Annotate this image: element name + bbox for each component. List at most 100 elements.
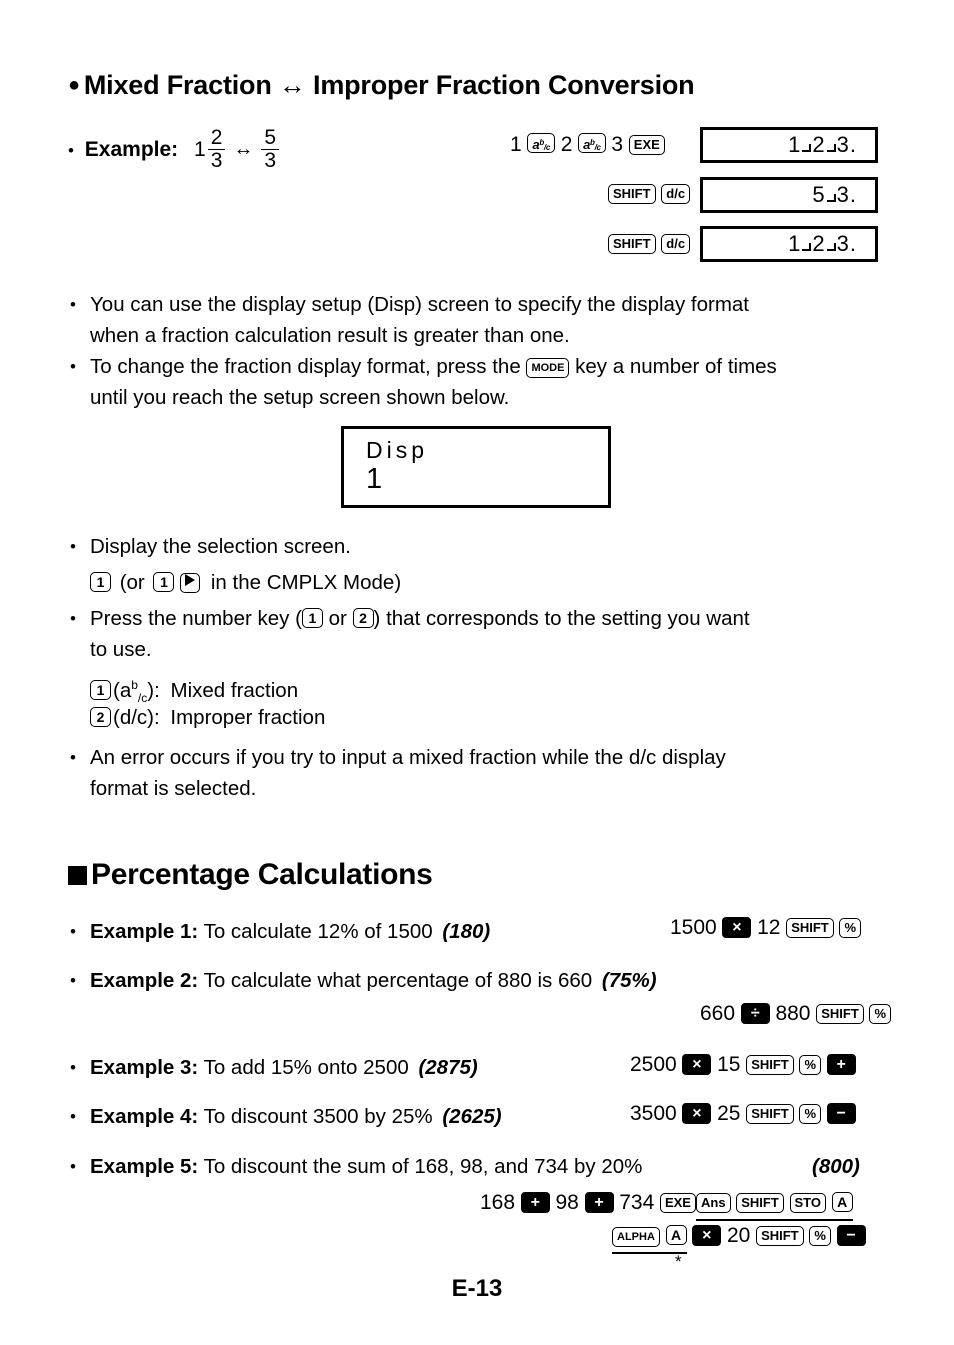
key-minus[interactable]: −	[836, 1225, 866, 1246]
note-bullet-icon: •	[70, 609, 76, 628]
example-5-key-sequence-line1: 168 + 98 + 734 EXE Ans SHIFT STO A	[480, 1190, 853, 1221]
example-1-answer: (180)	[442, 920, 491, 943]
section-heading-text: Mixed Fraction ↔ Improper Fraction Conve…	[83, 70, 695, 100]
key-plus[interactable]: +	[826, 1054, 856, 1075]
key-shift[interactable]: SHIFT	[608, 234, 656, 254]
manual-page: ● Mixed Fraction ↔ Improper Fraction Conv…	[0, 0, 954, 1345]
key-shift[interactable]: SHIFT	[608, 184, 656, 204]
note-line: You can use the display setup (Disp) scr…	[90, 293, 750, 316]
key-shift[interactable]: SHIFT	[786, 918, 834, 938]
key-minus[interactable]: −	[826, 1103, 856, 1124]
key-shift[interactable]: SHIFT	[736, 1193, 784, 1213]
key-number-2[interactable]: 2	[90, 707, 111, 727]
store-key-group: Ans SHIFT STO A	[695, 1190, 853, 1221]
key-shift[interactable]: SHIFT	[746, 1055, 794, 1075]
key-ans[interactable]: Ans	[695, 1193, 731, 1213]
conversion-arrow-icon: ↔	[233, 137, 254, 160]
format-option-label: Mixed fraction	[170, 678, 299, 702]
key-variable-a[interactable]: A	[665, 1225, 687, 1245]
note-line-with-key: To change the fraction display format, p…	[90, 351, 777, 382]
key-a-b-c[interactable]: ab/c	[578, 133, 606, 153]
operand: 660	[700, 1002, 736, 1025]
key-divide[interactable]: ÷	[740, 1003, 770, 1024]
key-percent[interactable]: %	[809, 1226, 831, 1246]
key-right-arrow[interactable]	[180, 573, 201, 593]
key-percent[interactable]: %	[799, 1055, 822, 1075]
error-note-line2: format is selected.	[90, 777, 257, 800]
key-multiply[interactable]: ×	[682, 1103, 712, 1124]
key-multiply[interactable]: ×	[682, 1054, 712, 1075]
example-1-text: Example 1: To calculate 12% of 1500 (180…	[90, 916, 490, 947]
fraction-separator-icon	[801, 139, 812, 153]
operand: 880	[775, 1002, 811, 1025]
key-shift[interactable]: SHIFT	[816, 1004, 864, 1024]
operand: 98	[555, 1191, 579, 1214]
key-number-1[interactable]: 1	[153, 572, 175, 592]
example-3-key-sequence: 2500 × 15 SHIFT % +	[630, 1052, 856, 1078]
page-footer: E-13	[451, 1275, 503, 1302]
setup-screen-display: Disp 1	[341, 426, 611, 508]
calculator-display-3: 1 2 3.	[700, 226, 878, 262]
fraction-separator-icon	[826, 139, 837, 153]
selection-key-line: 1 (or 1 in the CMPLX Mode)	[90, 570, 401, 596]
example-label: Example:	[84, 137, 179, 161]
operand: 12	[757, 916, 781, 939]
key-percent[interactable]: %	[869, 1004, 892, 1024]
example-2-text: Example 2: To calculate what percentage …	[90, 965, 657, 996]
example-bullet-icon: •	[70, 971, 76, 990]
error-note-line: An error occurs if you try to input a mi…	[90, 746, 726, 769]
key-multiply[interactable]: ×	[722, 917, 752, 938]
key-alpha[interactable]: ALPHA	[612, 1227, 660, 1247]
key-sto[interactable]: STO	[789, 1193, 827, 1213]
right-arrow-icon	[185, 574, 196, 586]
press-note-middle: or	[322, 607, 353, 630]
fraction-numerator: 2	[210, 126, 223, 149]
example-4-text: Example 4: To discount 3500 by 25% (2625…	[90, 1101, 502, 1132]
example-1-label: Example 1:	[90, 920, 199, 943]
operand: 15	[717, 1053, 741, 1076]
key-exe[interactable]: EXE	[659, 1193, 696, 1213]
example-5-key-sequence-line2: ALPHA A × 20 SHIFT % −	[612, 1223, 866, 1254]
key-plus[interactable]: +	[520, 1192, 550, 1213]
key-variable-a[interactable]: A	[831, 1192, 853, 1212]
example-bullet-icon: •	[68, 140, 74, 160]
key-shift[interactable]: SHIFT	[746, 1104, 794, 1124]
section-square-icon	[68, 866, 87, 885]
key-number-1[interactable]: 1	[301, 608, 323, 628]
note-bullet-icon: •	[70, 748, 76, 767]
key-sequence-row-1: 1 ab/c 2 ab/c 3 EXE	[510, 132, 665, 158]
calculator-display-2: 5 3.	[700, 177, 878, 213]
key-a-b-c[interactable]: ab/c	[527, 133, 555, 153]
example-1-key-sequence: 1500 × 12 SHIFT %	[670, 915, 862, 941]
key-d-over-c[interactable]: d/c	[661, 184, 691, 204]
key-percent[interactable]: %	[799, 1104, 822, 1124]
note-text-after: key a number of times	[569, 355, 777, 378]
key-sequence-row-3: SHIFT d/c	[608, 231, 691, 257]
key-number-2[interactable]: 2	[352, 608, 374, 628]
key-d-over-c[interactable]: d/c	[661, 234, 691, 254]
key-multiply[interactable]: ×	[692, 1225, 722, 1246]
key-plus[interactable]: +	[584, 1192, 614, 1213]
key-exe[interactable]: EXE	[628, 135, 665, 155]
keyseq-digit-3: 3	[611, 133, 624, 156]
format-option-code: (ab/c):	[113, 678, 160, 705]
note-text-before: To change the fraction display format, p…	[90, 355, 527, 378]
key-number-1[interactable]: 1	[90, 679, 111, 700]
example-bullet-icon: •	[70, 1107, 76, 1126]
keyseq-digit-1: 1	[510, 133, 522, 156]
key-sequence-row-2: SHIFT d/c	[608, 181, 691, 207]
key-mode[interactable]: MODE	[526, 358, 570, 378]
key-number-1[interactable]: 1	[90, 572, 111, 592]
operand: 1500	[670, 916, 717, 939]
note-line: when a fraction calculation result is gr…	[90, 324, 570, 347]
key-percent[interactable]: %	[839, 918, 862, 938]
footnote-marker: *	[675, 1252, 682, 1271]
mixed-fraction: 2 3	[207, 126, 226, 172]
key-shift[interactable]: SHIFT	[756, 1226, 804, 1246]
operand: 20	[727, 1224, 751, 1247]
note-bullet-icon: •	[70, 537, 76, 556]
keyseq-digit-2: 2	[560, 133, 573, 156]
example-4-label: Example 4:	[90, 1105, 199, 1128]
example-3-text: Example 3: To add 15% onto 2500 (2875)	[90, 1052, 478, 1083]
operand: 25	[717, 1102, 741, 1125]
